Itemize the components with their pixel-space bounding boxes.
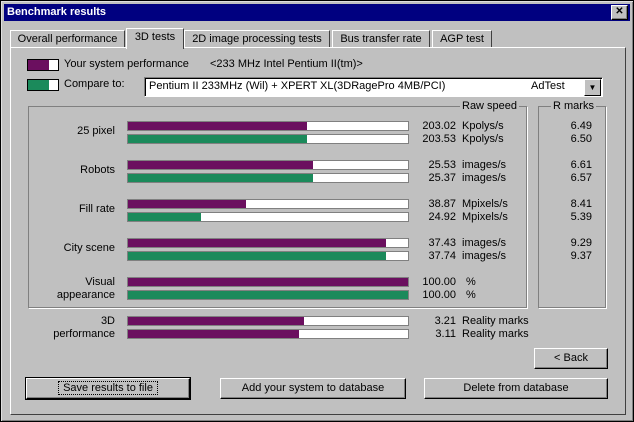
save-results-button[interactable]: Save results to file: [25, 377, 191, 400]
row-label-25-pixel: 25 pixel: [77, 125, 115, 137]
rmark-system: 6.49: [570, 120, 592, 132]
bar-compare: [128, 291, 408, 299]
bar-track: [127, 173, 409, 183]
unit-system: Mpixels/s: [462, 198, 508, 210]
perf-unit-system: Reality marks: [462, 315, 529, 327]
bar-track: [127, 199, 409, 209]
bar-compare: [128, 135, 308, 143]
rmark-compare: 6.57: [570, 172, 592, 184]
compare-select-value-2: AdTest: [531, 80, 565, 92]
bar-system: [128, 200, 246, 208]
perf-bar-compare: [128, 330, 299, 338]
bar-track: [127, 134, 409, 144]
perf-unit-compare: Reality marks: [462, 328, 529, 340]
perf-value-system: 3.21: [434, 315, 456, 327]
system-performance-label: Your system performance: [64, 58, 189, 70]
bar-system: [128, 239, 386, 247]
value-system: 37.43: [428, 237, 456, 249]
rmark-system: 6.61: [570, 159, 592, 171]
value-compare: 37.74: [428, 250, 456, 262]
bar-compare: [128, 174, 313, 182]
rmark-system: 9.29: [570, 237, 592, 249]
bar-track: [127, 290, 409, 300]
compare-label: Compare to:: [64, 78, 125, 90]
tab-3d-tests[interactable]: 3D tests: [126, 28, 184, 49]
unit-compare: Mpixels/s: [462, 211, 508, 223]
title-bar: Benchmark results ✕: [4, 4, 630, 21]
tab-overall-performance[interactable]: Overall performance: [10, 30, 125, 48]
bar-track: [127, 251, 409, 261]
bar-track: [127, 121, 409, 131]
bar-system: [128, 278, 408, 286]
perf-bar-system: [128, 317, 305, 325]
compare-select[interactable]: Pentium II 233MHz (Wil) + XPERT XL(3DRag…: [144, 77, 603, 97]
unit-compare: images/s: [462, 250, 507, 262]
compare-select-value: Pentium II 233MHz (Wil) + XPERT XL(3DRag…: [149, 80, 446, 92]
bar-track: [127, 238, 409, 248]
bar-track: [127, 160, 409, 170]
bar-system: [128, 161, 313, 169]
bar-compare: [128, 213, 201, 221]
row-label-appearance: appearance: [56, 289, 115, 301]
rmark-compare: 6.50: [570, 133, 592, 145]
unit-compare: Kpolys/s: [462, 133, 504, 145]
row-label-visual: Visual: [85, 276, 115, 288]
value-system: 25.53: [428, 159, 456, 171]
unit-system: images/s: [462, 159, 507, 171]
window-title: Benchmark results: [7, 6, 107, 18]
raw-speed-title: Raw speed: [460, 100, 520, 112]
perf-label-performance: performance: [53, 328, 115, 340]
system-performance-value: <233 MHz Intel Pentium II(tm)>: [210, 58, 363, 70]
system-color-swatch: [27, 59, 59, 71]
save-results-label: Save results to file: [58, 381, 158, 395]
value-compare: 24.92: [428, 211, 456, 223]
dropdown-arrow-icon[interactable]: ▼: [584, 79, 601, 96]
delete-from-database-button[interactable]: Delete from database: [424, 378, 608, 399]
unit-compare: %: [466, 289, 476, 301]
value-system: 100.00: [422, 276, 456, 288]
bar-track: [127, 329, 409, 339]
add-system-button[interactable]: Add your system to database: [220, 378, 406, 399]
rmark-compare: 9.37: [570, 250, 592, 262]
row-label-city-scene: City scene: [63, 242, 115, 254]
row-label-robots: Robots: [80, 164, 115, 176]
value-compare: 203.53: [422, 133, 456, 145]
unit-system: images/s: [462, 237, 507, 249]
tab-2d-image-processing[interactable]: 2D image processing tests: [184, 30, 330, 48]
unit-compare: images/s: [462, 172, 507, 184]
value-system: 38.87: [428, 198, 456, 210]
back-button-label: < Back: [554, 352, 588, 364]
value-compare: 25.37: [428, 172, 456, 184]
unit-system: Kpolys/s: [462, 120, 504, 132]
compare-color-swatch: [27, 79, 59, 91]
value-system: 203.02: [422, 120, 456, 132]
bar-track: [127, 212, 409, 222]
bar-track: [127, 277, 409, 287]
back-button[interactable]: < Back: [534, 348, 608, 369]
perf-label-3d: 3D: [100, 315, 115, 327]
row-label-fill-rate: Fill rate: [78, 203, 115, 215]
value-compare: 100.00: [422, 289, 456, 301]
tab-agp-test[interactable]: AGP test: [432, 30, 492, 48]
bar-compare: [128, 252, 386, 260]
tab-bus-transfer-rate[interactable]: Bus transfer rate: [332, 30, 430, 48]
rmark-system: 8.41: [570, 198, 592, 210]
unit-system: %: [466, 276, 476, 288]
bar-track: [127, 316, 409, 326]
close-button[interactable]: ✕: [611, 5, 628, 20]
perf-value-compare: 3.11: [435, 328, 456, 340]
rmark-compare: 5.39: [570, 211, 592, 223]
bar-system: [128, 122, 308, 130]
r-marks-title: R marks: [551, 100, 596, 112]
